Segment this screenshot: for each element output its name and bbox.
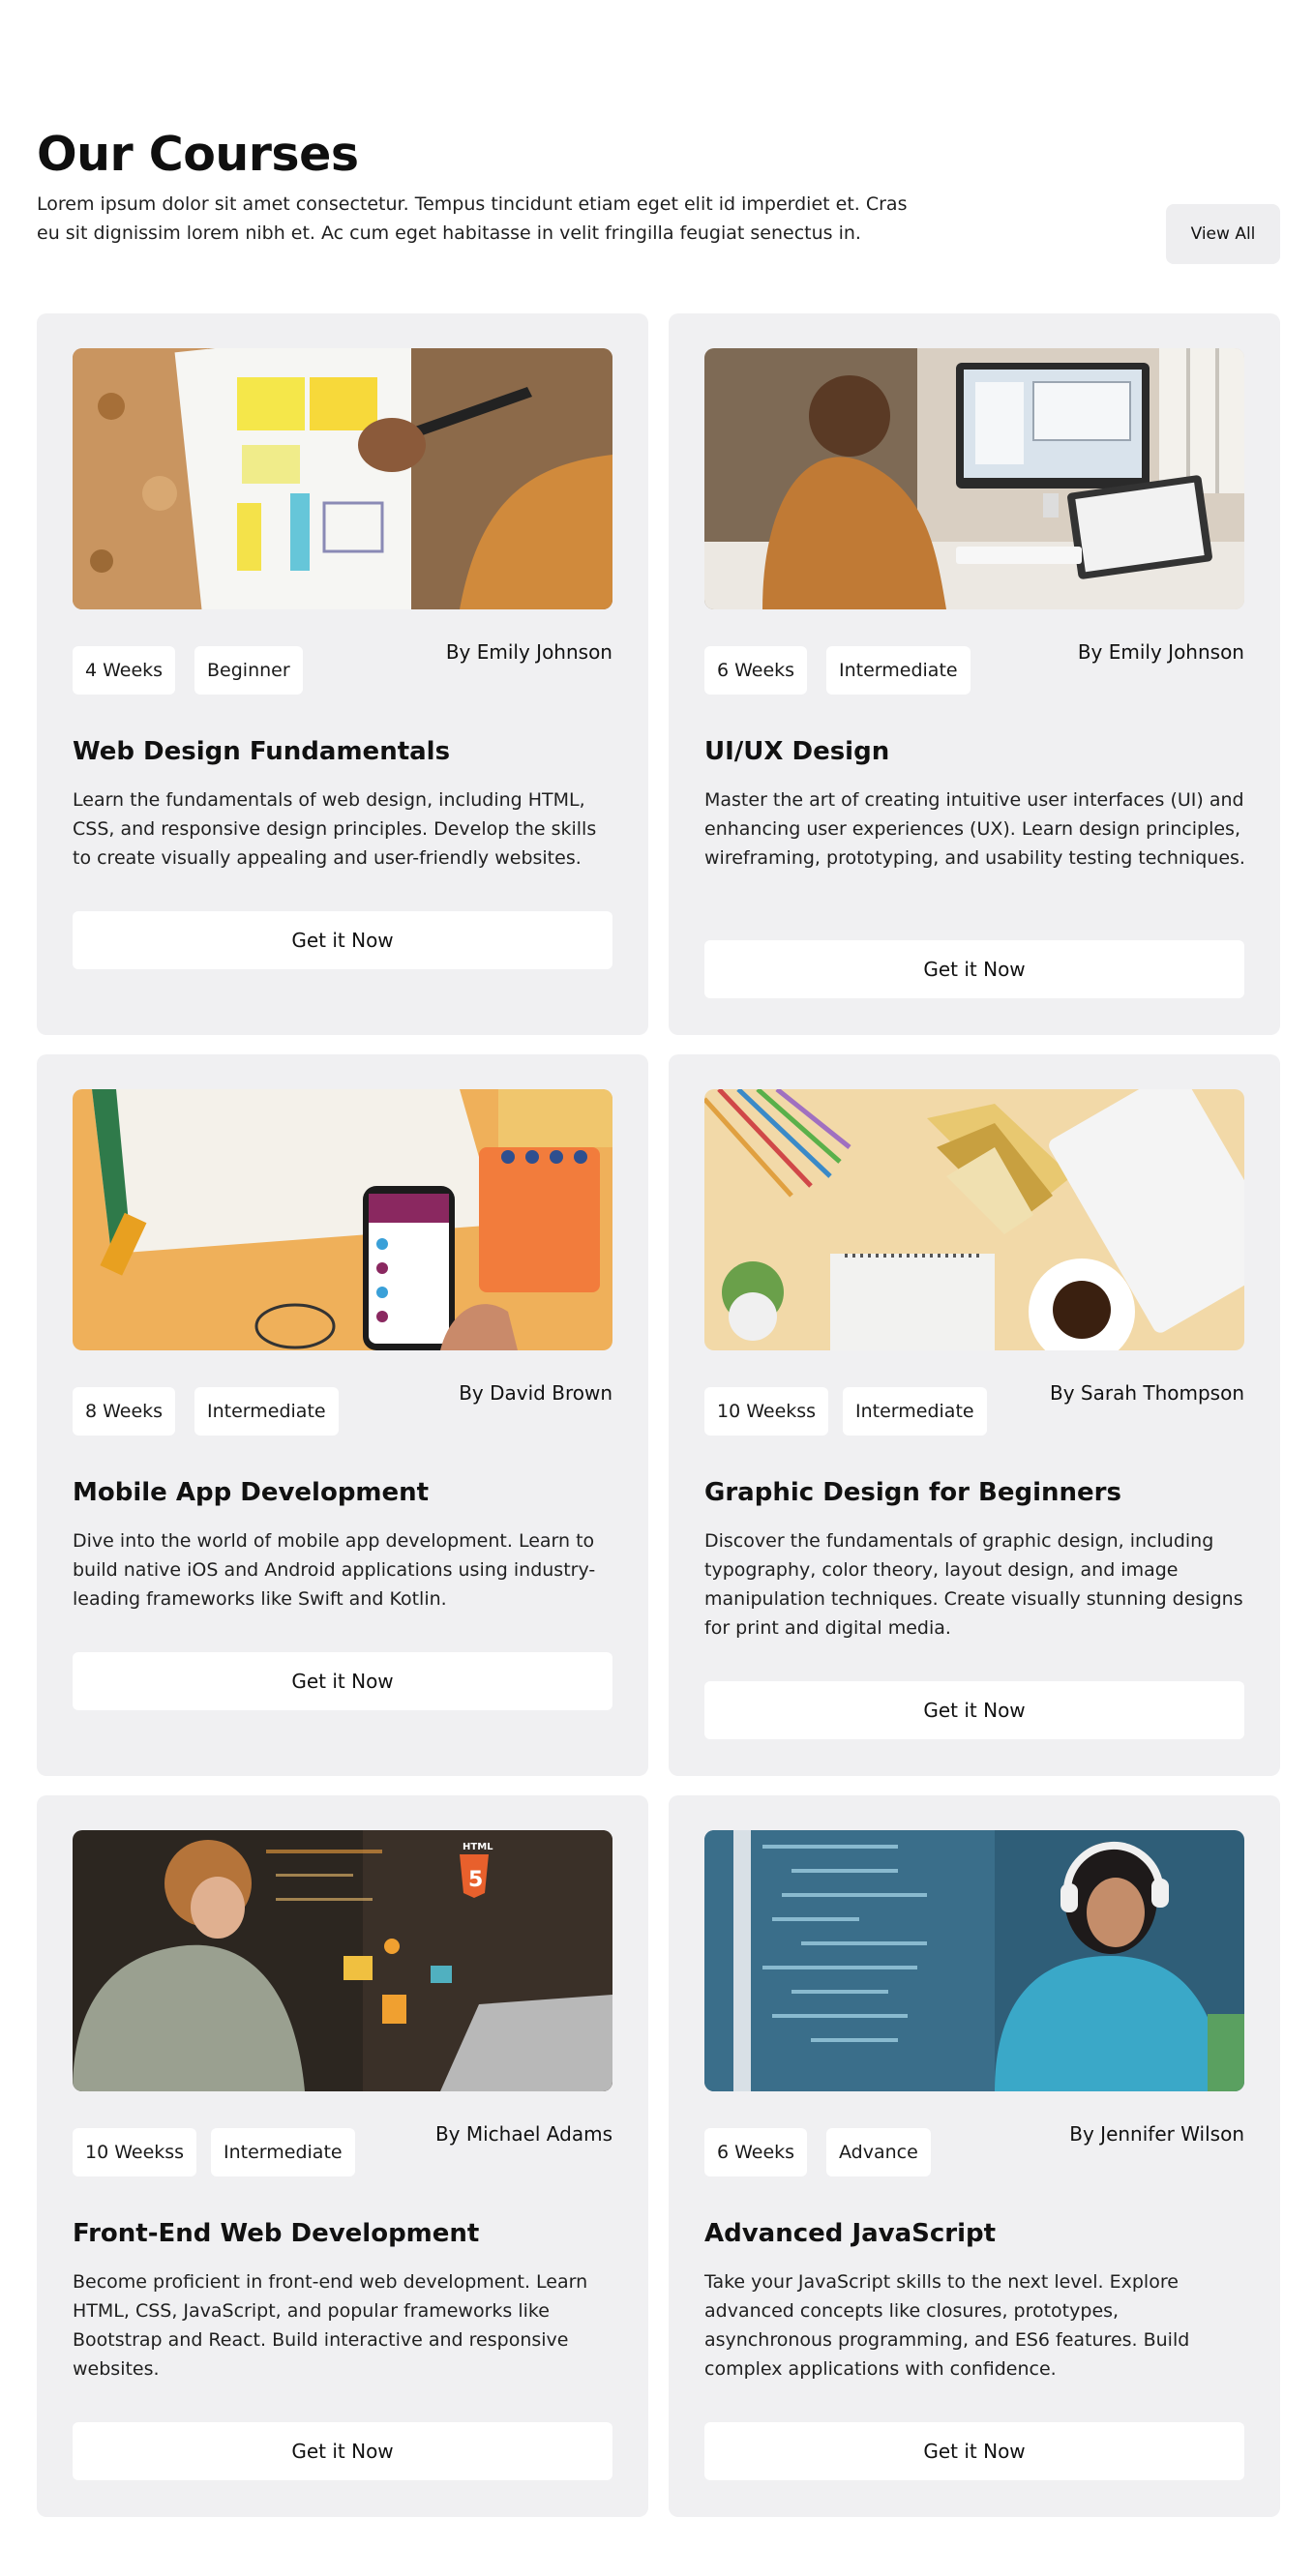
get-it-now-button[interactable]: Get it Now: [704, 940, 1244, 998]
course-image-mobile-app: [73, 1089, 612, 1350]
course-description: Dive into the world of mobile app develo…: [73, 1530, 596, 1610]
course-card: 6 Weeks Advance By Jennifer Wilson Advan…: [669, 1795, 1280, 2517]
level-tag: Intermediate: [843, 1387, 987, 1436]
get-it-now-button[interactable]: Get it Now: [73, 1652, 612, 1710]
level-tag: Intermediate: [211, 2128, 355, 2176]
course-card: 10 Weekss Intermediate By Sarah Thompson…: [669, 1054, 1280, 1776]
level-tag: Advance: [826, 2128, 931, 2176]
author-name: By Jennifer Wilson: [1069, 2122, 1244, 2146]
duration-tag: 4 Weeks: [73, 646, 176, 695]
duration-tag: 10 Weekss: [704, 1387, 829, 1436]
course-title: Front-End Web Development: [73, 2219, 480, 2248]
page-title: Our Courses: [37, 127, 359, 182]
course-title: UI/UX Design: [704, 737, 890, 766]
level-tag: Intermediate: [194, 1387, 339, 1436]
course-title: Web Design Fundamentals: [73, 737, 451, 766]
course-title: Advanced JavaScript: [704, 2219, 997, 2248]
course-card: HTML 5 10 Weekss Intermediate By Michael…: [37, 1795, 648, 2517]
intro-text: Lorem ipsum dolor sit amet consectetur. …: [37, 193, 908, 244]
get-it-now-button[interactable]: Get it Now: [704, 2422, 1244, 2480]
course-card: 4 Weeks Beginner By Emily Johnson Web De…: [37, 313, 648, 1035]
course-title: Mobile App Development: [73, 1478, 430, 1507]
author-name: By David Brown: [459, 1381, 612, 1405]
course-image-web-design: [73, 348, 612, 609]
course-image-advanced-js: [704, 1830, 1244, 2091]
course-image-ui-ux: [704, 348, 1244, 609]
duration-tag: 10 Weekss: [73, 2128, 197, 2176]
course-description: Discover the fundamentals of graphic des…: [704, 1530, 1243, 1639]
course-card: 8 Weeks Intermediate By David Brown Mobi…: [37, 1054, 648, 1776]
get-it-now-button[interactable]: Get it Now: [73, 911, 612, 969]
level-tag: Intermediate: [826, 646, 971, 695]
duration-tag: 6 Weeks: [704, 646, 808, 695]
course-description: Master the art of creating intuitive use…: [704, 789, 1245, 869]
course-image-graphic-design: [704, 1089, 1244, 1350]
get-it-now-button[interactable]: Get it Now: [73, 2422, 612, 2480]
author-name: By Michael Adams: [434, 2122, 612, 2146]
author-name: By Sarah Thompson: [1049, 1381, 1244, 1405]
svg-text:HTML: HTML: [463, 1842, 493, 1852]
course-description: Become proficient in front-end web devel…: [73, 2271, 588, 2380]
course-card: 6 Weeks Intermediate By Emily Johnson UI…: [669, 313, 1280, 1035]
courses-header: Our Courses Lorem ipsum dolor sit amet c…: [37, 126, 1280, 264]
course-description: Learn the fundamentals of web design, in…: [73, 789, 597, 869]
course-description: Take your JavaScript skills to the next …: [704, 2271, 1190, 2380]
duration-tag: 8 Weeks: [73, 1387, 176, 1436]
svg-text:5: 5: [468, 1868, 483, 1892]
duration-tag: 6 Weeks: [704, 2128, 808, 2176]
author-name: By Emily Johnson: [445, 640, 612, 664]
author-name: By Emily Johnson: [1077, 640, 1244, 664]
view-all-button[interactable]: View All: [1166, 204, 1280, 264]
course-title: Graphic Design for Beginners: [704, 1478, 1121, 1507]
get-it-now-button[interactable]: Get it Now: [704, 1681, 1244, 1739]
level-tag: Beginner: [194, 646, 303, 695]
course-image-front-end: HTML 5: [73, 1830, 612, 2091]
